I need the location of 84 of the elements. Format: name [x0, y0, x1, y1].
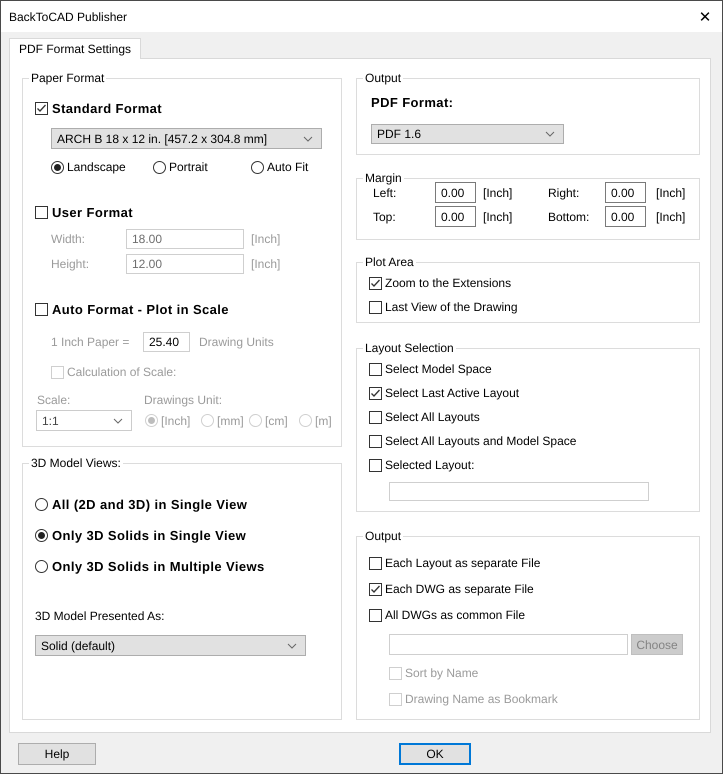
radio-label: Only 3D Solids in Single View [52, 528, 246, 542]
checkbox-label: Drawing Name as Bookmark [405, 692, 558, 706]
field-label: Right: [548, 186, 580, 200]
field-label: Left: [373, 186, 398, 200]
group-title: Output [363, 529, 404, 544]
radio-button[interactable] [251, 160, 264, 174]
checkbox-label: Zoom to the Extensions [385, 276, 512, 290]
field-label: 1 Inch Paper = [51, 335, 130, 349]
field-label: Drawings Unit: [144, 393, 222, 407]
field-label: Top: [373, 210, 397, 224]
radio-label: Auto Fit [267, 160, 308, 174]
field-label: Bottom: [548, 210, 590, 224]
input-field[interactable] [389, 482, 649, 501]
tab[interactable]: PDF Format Settings [9, 38, 141, 59]
checkbox[interactable] [369, 434, 382, 448]
checkbox-label: Select Model Space [385, 362, 492, 376]
input-field[interactable] [389, 634, 628, 655]
checkbox[interactable] [369, 556, 382, 570]
radio-button[interactable] [51, 160, 64, 174]
dropdown[interactable]: Solid (default) [35, 635, 306, 656]
radio-button[interactable] [153, 160, 166, 174]
radio-label: [mm] [217, 414, 244, 428]
field-label: PDF Format: [371, 95, 454, 110]
field-label: Width: [51, 232, 86, 246]
unit-label: [Inch] [483, 186, 514, 200]
checkbox-label: Each DWG as separate File [385, 582, 534, 596]
unit-label: [Inch] [656, 210, 686, 224]
checkbox-label: Standard Format [52, 100, 162, 116]
checkbox-label: Each Layout as separate File [385, 556, 540, 570]
unit-label: Drawing Units [199, 335, 274, 349]
checkbox-label: Sort by Name [405, 666, 478, 680]
radio-button[interactable] [35, 560, 48, 572]
checkbox-label: Calculation of Scale: [67, 365, 176, 379]
group-title: Output [363, 71, 404, 86]
unit-label: [Inch] [483, 210, 514, 224]
field-label: Scale: [37, 393, 72, 407]
ok-button[interactable]: OK [399, 743, 471, 765]
radio-label: All (2D and 3D) in Single View [52, 496, 248, 512]
checkbox[interactable] [35, 102, 48, 114]
radio-label: Only 3D Solids in Multiple Views [52, 558, 265, 574]
radio-button[interactable] [35, 498, 48, 510]
chevron-icon [113, 418, 123, 424]
close-button[interactable]: ✕ [688, 1, 722, 32]
checkbox[interactable] [369, 386, 382, 400]
checkbox-label: Selected Layout: [385, 458, 474, 472]
checkbox-label: Select All Layouts [385, 410, 480, 424]
unit-label: [Inch] [251, 257, 280, 271]
checkbox[interactable] [369, 458, 382, 472]
radio-label: Landscape [67, 160, 126, 174]
help-button[interactable]: Help [18, 743, 96, 765]
checkbox[interactable] [369, 608, 382, 622]
input-field[interactable]: 0.00 [605, 182, 646, 203]
radio-label: [m] [315, 414, 332, 428]
input-field[interactable]: 0.00 [435, 206, 476, 227]
checkbox[interactable] [369, 362, 382, 376]
checkbox-label: Select All Layouts and Model Space [385, 434, 576, 448]
window-title: BackToCAD Publisher [8, 10, 128, 24]
checkbox[interactable] [369, 276, 382, 290]
chevron-icon [545, 131, 555, 137]
radio-button[interactable] [35, 528, 48, 542]
unit-label: [Inch] [656, 186, 686, 200]
field-label: 3D Model Presented As: [35, 609, 164, 623]
chevron-icon [287, 642, 297, 648]
group-title: Layout Selection [363, 341, 456, 356]
chevron-icon [303, 136, 313, 142]
checkbox[interactable] [369, 582, 382, 596]
checkbox[interactable] [369, 410, 382, 424]
group-title: Paper Format [29, 71, 106, 86]
checkbox-label: User Format [52, 204, 133, 220]
field-label: Height: [51, 257, 90, 271]
dropdown[interactable]: PDF 1.6 [371, 124, 564, 144]
checkbox-label: Last View of the Drawing [385, 300, 518, 314]
checkbox[interactable] [369, 300, 382, 314]
radio-label: [Inch] [161, 414, 190, 428]
checkbox-label: All DWGs as common File [385, 608, 526, 622]
input-field[interactable]: 0.00 [605, 206, 646, 227]
group-title: Margin [363, 171, 404, 186]
checkbox-label: Auto Format - Plot in Scale [52, 302, 229, 316]
input-field[interactable]: 0.00 [435, 182, 476, 203]
dropdown[interactable]: ARCH B 18 x 12 in. [457.2 x 304.8 mm] [51, 128, 322, 149]
unit-label: [Inch] [251, 232, 280, 246]
radio-label: [cm] [265, 414, 288, 428]
checkbox-label: Select Last Active Layout [385, 386, 520, 400]
radio-label: Portrait [169, 160, 208, 174]
